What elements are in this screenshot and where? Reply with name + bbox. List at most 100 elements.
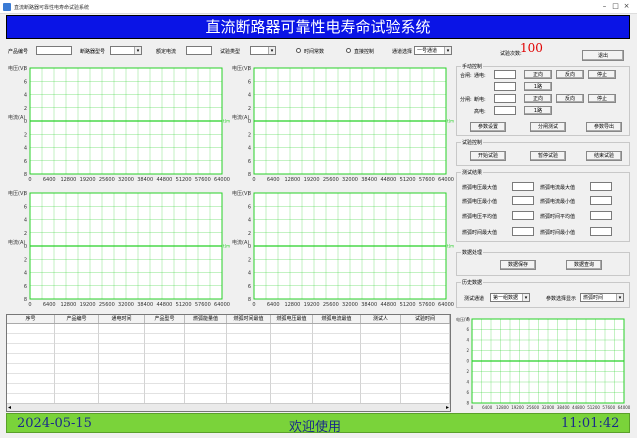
- x-tick-label: 32000: [342, 302, 358, 308]
- y-tick-label: 4: [24, 218, 27, 224]
- y-tick-label: 8: [466, 401, 469, 406]
- col-header[interactable]: 燃弧电流最值: [313, 315, 361, 323]
- col-header[interactable]: 试验时间: [401, 315, 450, 323]
- horizontal-scrollbar[interactable]: ◂ ▸: [7, 403, 450, 411]
- open-forward-button[interactable]: 正向: [524, 94, 552, 103]
- col-header[interactable]: 通电时间: [99, 315, 145, 323]
- x-tick-label: 12800: [496, 405, 509, 410]
- y-axis-label: 电流(A): [232, 114, 249, 121]
- maximize-button[interactable]: □: [611, 2, 620, 11]
- col-header[interactable]: 燃弧能量值: [185, 315, 227, 323]
- radio-time-constant[interactable]: [296, 48, 301, 53]
- x-tick-label: 19200: [80, 177, 96, 183]
- close-lock-button[interactable]: 1路: [524, 82, 552, 91]
- rated-current-input[interactable]: [186, 46, 212, 55]
- high-voltage-label-1: 高电:: [474, 109, 486, 115]
- data-processing-title: 数据处理: [461, 249, 484, 256]
- close-stop-button[interactable]: 停止: [588, 70, 616, 79]
- y-tick-label: 2: [24, 132, 27, 138]
- param-export-button[interactable]: 参数导出: [586, 122, 622, 132]
- y-tick-label: 2: [248, 132, 251, 138]
- y-tick-label: 2: [24, 257, 27, 263]
- y-axis-label: 电压(V): [232, 65, 249, 72]
- y-tick-label: 4: [248, 218, 251, 224]
- radio-direct-control[interactable]: [346, 48, 351, 53]
- open-row-label: 分闸:: [460, 97, 472, 103]
- close-reverse-button[interactable]: 反向: [556, 70, 584, 79]
- open-input-2[interactable]: [494, 106, 516, 115]
- stop-test-button[interactable]: 结束试验: [586, 151, 622, 161]
- col-header[interactable]: 产品编号: [55, 315, 99, 323]
- close-input-1[interactable]: [494, 70, 516, 79]
- status-bar: 2024-05-15 欢迎使用 11:01:42: [6, 413, 630, 435]
- scroll-left-icon[interactable]: ◂: [8, 404, 11, 411]
- x-tick-label: 51200: [587, 405, 600, 410]
- x-tick-label: 38400: [137, 177, 153, 183]
- history-param-select[interactable]: 燃弧时间 ▾: [580, 293, 624, 302]
- y-tick-label: 8: [24, 172, 27, 178]
- close-forward-button[interactable]: 正向: [524, 70, 552, 79]
- x-tick-label: 0: [28, 177, 31, 183]
- y-tick-label: 2: [248, 231, 251, 237]
- test-type-select[interactable]: ▾: [250, 46, 276, 55]
- x-tick-label: 25600: [99, 302, 115, 308]
- open-lock-button[interactable]: 1路: [524, 106, 552, 115]
- close-input-2[interactable]: [494, 82, 516, 91]
- channel-select-value: 一号通道: [417, 48, 438, 54]
- manual-control-title: 手动控制: [461, 63, 484, 70]
- x-tick-label: 57600: [419, 302, 435, 308]
- history-channel-select[interactable]: 第一组数据 ▾: [490, 293, 530, 302]
- channel-select[interactable]: 一号通道 ▾: [414, 46, 452, 55]
- y-tick-label: 4: [24, 146, 27, 152]
- pause-test-button[interactable]: 暂停试验: [530, 151, 566, 161]
- test-count-value: 100: [520, 41, 543, 55]
- breaker-type-select[interactable]: ▾: [110, 46, 142, 55]
- x-tick-label: 12800: [284, 177, 300, 183]
- open-stop-button[interactable]: 停止: [588, 94, 616, 103]
- col-header[interactable]: 序号: [7, 315, 55, 323]
- col-header[interactable]: 燃弧时间最值: [227, 315, 271, 323]
- chart-1: 8642024680 6400 12800 19200 25600 32000 38400 4…: [8, 65, 230, 183]
- result-value-r4: [590, 227, 612, 236]
- query-data-button[interactable]: 数据查询: [566, 260, 602, 270]
- y-axis-label: 电压(V): [232, 190, 249, 197]
- y-tick-label: 4: [248, 271, 251, 277]
- result-label-r3: 燃弧时间平均值: [540, 214, 576, 220]
- x-tick-label: 12800: [60, 177, 76, 183]
- col-header[interactable]: 测试人: [361, 315, 401, 323]
- minimize-button[interactable]: –: [600, 2, 609, 11]
- x-axis-unit: t(ms): [447, 244, 454, 249]
- exit-button[interactable]: 退出: [582, 50, 624, 61]
- test-control-title: 试验控制: [461, 139, 484, 146]
- result-value-l3: [512, 211, 534, 220]
- history-title: 历史数据: [461, 279, 484, 286]
- x-tick-label: 25600: [323, 302, 339, 308]
- radio-time-constant-label: 时间常数: [304, 49, 325, 55]
- col-header[interactable]: 燃弧电压最值: [271, 315, 313, 323]
- results-table[interactable]: 序号 产品编号 通电时间 产品型号 燃弧能量值 燃弧时间最值 燃弧电压最值 燃弧…: [6, 314, 451, 412]
- x-tick-label: 64000: [438, 302, 454, 308]
- start-test-button[interactable]: 开始试验: [470, 151, 506, 161]
- window-title: 直流断路器可靠性电寿命试验系统: [14, 5, 90, 11]
- x-tick-label: 44800: [572, 405, 585, 410]
- open-test-button[interactable]: 分闸测试: [530, 122, 566, 132]
- scroll-right-icon[interactable]: ▸: [446, 404, 449, 411]
- close-button[interactable]: ×: [622, 2, 631, 11]
- col-header[interactable]: 产品型号: [145, 315, 185, 323]
- product-no-label: 产品编号: [8, 49, 29, 55]
- save-data-button[interactable]: 数据保存: [500, 260, 536, 270]
- x-axis-unit: t(ms): [223, 119, 230, 124]
- x-tick-label: 57600: [195, 177, 211, 183]
- x-tick-label: 25600: [526, 405, 539, 410]
- param-settings-button[interactable]: 参数设置: [470, 122, 506, 132]
- open-input-1[interactable]: [494, 94, 516, 103]
- result-value-r1: [590, 182, 612, 191]
- y-tick-label: 2: [24, 231, 27, 237]
- open-reverse-button[interactable]: 反向: [556, 94, 584, 103]
- x-tick-label: 6400: [43, 302, 56, 308]
- x-tick-label: 12800: [284, 302, 300, 308]
- product-no-input[interactable]: [36, 46, 72, 55]
- x-tick-label: 64000: [438, 177, 454, 183]
- y-axis-label: 电流(A): [8, 239, 25, 246]
- y-axis-label: 电压(V): [456, 316, 470, 322]
